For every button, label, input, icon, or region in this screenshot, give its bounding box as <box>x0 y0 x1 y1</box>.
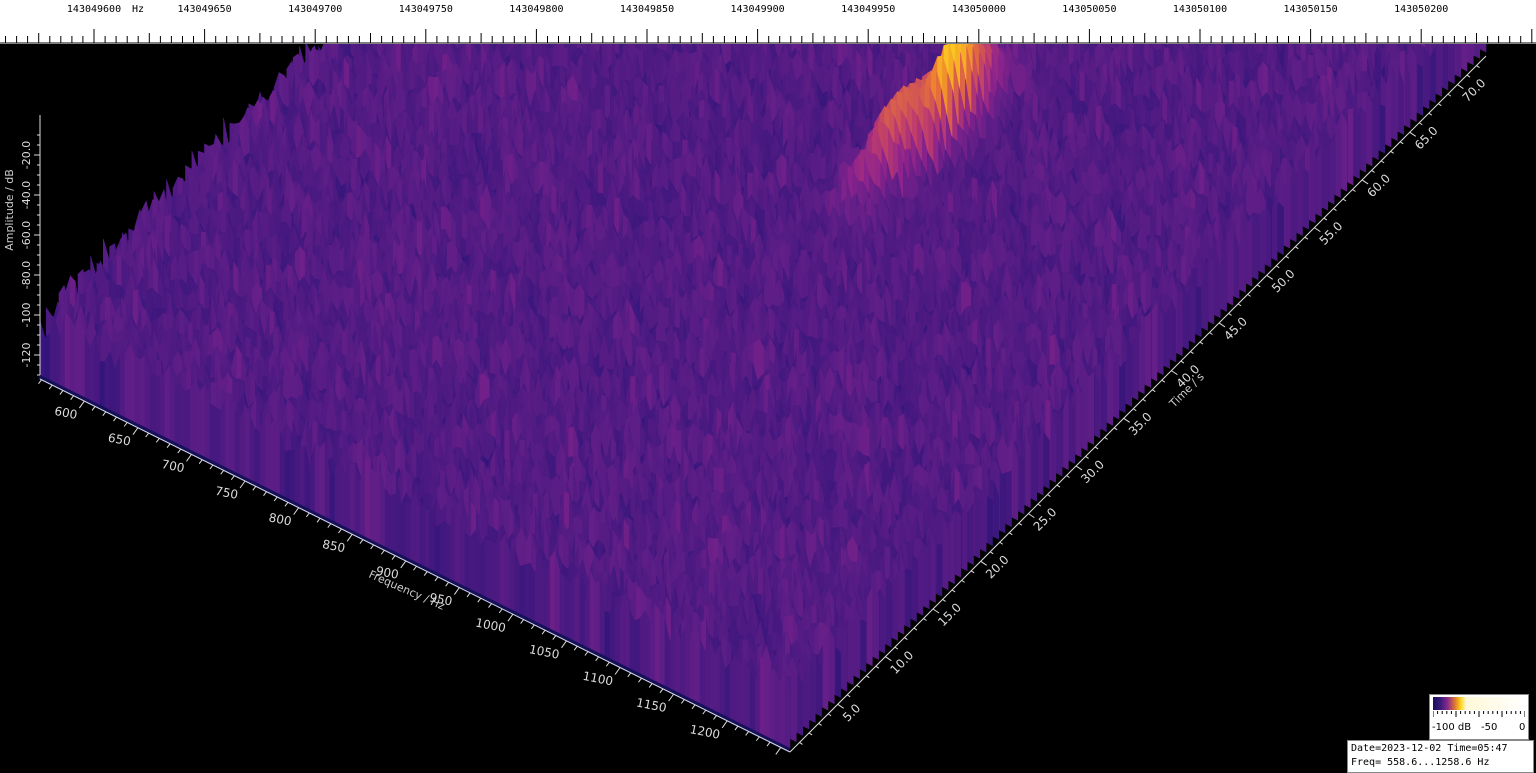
spectrum-cell <box>1347 108 1354 186</box>
top-scale-label: 143049950 <box>841 4 895 15</box>
spectrum-cell <box>1468 44 1474 66</box>
top-scale-label: 143049750 <box>399 4 453 15</box>
spectrum-cell <box>1455 44 1461 78</box>
top-scale-label: 143050200 <box>1394 4 1448 15</box>
top-scale-label: 143050150 <box>1284 4 1338 15</box>
spectrum-cell <box>1341 112 1348 192</box>
spectrum-cell <box>1303 168 1310 230</box>
top-scale-label: 143050050 <box>1062 4 1116 15</box>
spectrum-cell <box>1322 149 1329 211</box>
spectrum-cell <box>1366 92 1373 167</box>
spectrum-cell <box>1436 44 1442 97</box>
top-scale-label: 143049900 <box>731 4 785 15</box>
top-scale-label: 143049800 <box>509 4 563 15</box>
spectrum-cell <box>1379 104 1386 154</box>
spectrum-cell <box>1411 46 1417 123</box>
spectrum-cell <box>1430 47 1436 104</box>
spectrum-cell <box>1449 44 1455 85</box>
spectrum-cell <box>1417 63 1423 116</box>
spectrum-cell <box>1297 170 1303 236</box>
top-scale-unit: Hz <box>132 4 144 15</box>
spectrum-cell <box>1480 44 1487 53</box>
spectrum-3d-view: 143049600 143049650 143049700 143049750 1430… <box>0 0 1536 773</box>
spectrum-cell <box>1423 46 1430 110</box>
top-scale-label: 143050000 <box>952 4 1006 15</box>
spectrum-cell <box>1360 106 1367 173</box>
top-scale-label: 143049600 <box>67 4 121 15</box>
spectrum-cell <box>1373 97 1379 161</box>
top-scale-label: 143049650 <box>178 4 232 15</box>
top-scale-label: 143050100 <box>1173 4 1227 15</box>
spectrum-cell <box>1461 44 1468 72</box>
top-scale-label: 143049850 <box>620 4 674 15</box>
spectrum-cell <box>1284 176 1291 249</box>
spectrum-cell <box>1385 71 1392 148</box>
top-frequency-scale: 143049600 143049650 143049700 143049750 1430… <box>0 0 1536 45</box>
waterfall-plot: 6006507007508008509009501000105011001150… <box>3 44 1488 755</box>
spectrum-cell <box>1442 44 1449 91</box>
spectrum-cell <box>1335 124 1341 198</box>
spectrum-cell <box>1354 114 1360 179</box>
top-scale-label: 143049700 <box>288 4 342 15</box>
spectrum-cell <box>1474 44 1480 59</box>
waterfall-surface <box>39 44 1487 749</box>
